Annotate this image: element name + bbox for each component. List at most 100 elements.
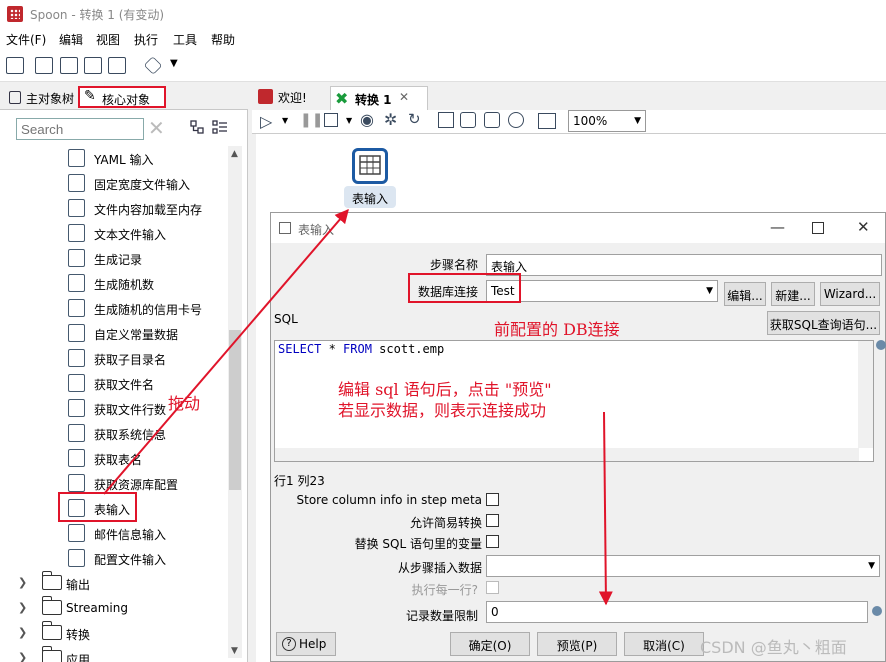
pause-icon[interactable]: ❚❚ [300,112,323,128]
folder-icon [41,571,62,590]
step-name-field[interactable]: 表输入 [486,254,882,276]
run-dropdown-icon[interactable]: ▼ [282,116,288,125]
close-dialog-icon[interactable]: ✕ [857,218,870,236]
tree-folder-output[interactable]: ❯ 输出 [6,571,206,596]
chevron-down-icon: ▼ [868,561,875,571]
verify-icon[interactable] [438,112,454,128]
tree-item-label: 生成随机数 [94,278,155,292]
insert-from-step-select[interactable]: ▼ [486,555,880,577]
table-input-step-node[interactable] [352,148,388,184]
get-sql-query-button[interactable]: 获取SQL查询语句... [767,311,880,335]
menu-run[interactable]: 执行 [134,31,158,48]
tree-folder-apply[interactable]: ❯ 应用 [6,646,206,662]
scroll-down-arrow-icon[interactable]: ▼ [231,646,238,656]
layers-dropdown-icon[interactable]: ▼ [170,58,178,69]
replay-icon[interactable]: ↻ [408,110,421,128]
stop-dropdown-icon[interactable]: ▼ [346,116,352,125]
tree-scrollbar-thumb[interactable] [229,330,241,490]
dialog-table-icon [279,222,291,234]
sql-horizontal-scrollbar[interactable] [275,448,859,461]
tree-item-label: 生成随机的信用卡号 [94,303,203,317]
transform-icon: ✖ [335,89,349,108]
menu-edit[interactable]: 编辑 [59,31,83,48]
minimize-icon[interactable]: — [770,218,785,236]
help-button[interactable]: ? Help [276,632,336,656]
show-results-icon[interactable] [538,113,556,129]
save-as-icon[interactable] [108,57,126,74]
tab-main-tree[interactable]: 主对象树 [4,87,78,109]
replace-variables-checkbox[interactable] [486,535,499,548]
tab-welcome-label: 欢迎! [278,91,307,105]
pencil-icon: ✎ [84,88,96,104]
layers-icon[interactable] [143,56,163,75]
replace-variables-label: 替换 SQL 语句里的变量 [354,537,482,551]
tree-folder-streaming[interactable]: ❯ Streaming [6,596,206,621]
sql-icon[interactable] [484,112,500,128]
ok-button[interactable]: 确定(O) [450,632,530,656]
sql-table-name: scott.emp [371,342,445,356]
preview-eye-icon[interactable]: ◉ [360,110,374,129]
impact-icon[interactable] [460,112,476,128]
spoon-tab-icon [258,89,273,104]
new-connection-button[interactable]: 新建... [771,282,815,306]
edit-connection-button[interactable]: 编辑... [724,282,766,306]
preview-button[interactable]: 预览(P) [537,632,617,656]
help-button-label: Help [299,637,327,651]
tab-welcome[interactable]: 欢迎! [254,86,328,108]
tree-item-label: 获取系统信息 [94,428,167,442]
execute-each-row-checkbox[interactable] [486,581,499,594]
lazy-conversion-checkbox[interactable] [486,514,499,527]
folder-icon [41,621,62,640]
sql-annotation-line2: 若显示数据，则表示连接成功 [338,401,547,420]
generate-rows-icon [68,249,85,267]
menu-tools[interactable]: 工具 [173,31,197,48]
file-input-icon [68,224,85,242]
scroll-up-arrow-icon[interactable]: ▲ [231,149,238,159]
table-input-icon [359,155,381,175]
clear-search-icon[interactable]: ✕ [148,116,165,140]
chevron-right-icon: ❯ [18,651,28,662]
dialog-title-bar [271,213,885,243]
search-input[interactable] [16,118,144,140]
tree-item-label: 生成记录 [94,253,143,267]
limit-size-field[interactable]: 0 [486,601,868,623]
variable-icon [876,340,886,350]
tab-core-objects[interactable]: ✎ 核心对象 [78,86,166,108]
sql-vertical-scrollbar[interactable] [858,341,873,448]
chevron-right-icon: ❯ [18,626,28,639]
tab-transform[interactable]: ✖ 转换 1 ✕ [330,86,428,110]
watermark: CSDN @鱼丸丶粗面 [700,638,847,657]
debug-icon[interactable]: ✲ [384,110,397,129]
explore-db-icon[interactable] [508,112,524,128]
file-input-icon [68,174,85,192]
repository-icon [68,474,85,492]
variable-icon [872,606,882,616]
wizard-button[interactable]: Wizard... [820,282,880,306]
cancel-button[interactable]: 取消(C) [624,632,704,656]
zoom-select[interactable]: 100% ▼ [568,110,646,132]
execute-each-row-label: 执行每一行? [411,583,478,597]
tree-item-label: 文件内容加载至内存 [94,203,203,217]
menu-help[interactable]: 帮助 [211,31,235,48]
save-icon[interactable] [84,57,102,74]
menu-file[interactable]: 文件(F) [6,31,46,48]
tab-main-tree-label: 主对象树 [26,92,75,106]
run-icon[interactable]: ▷ [260,112,272,131]
open-folder-icon[interactable] [35,57,53,74]
stop-icon[interactable] [324,113,338,127]
lazy-conversion-label: 允许简易转换 [409,516,482,530]
tree-folder-transform[interactable]: ❯ 转换 [6,621,206,646]
expand-all-icon[interactable] [212,120,228,134]
sql-label: SQL [274,312,298,326]
new-file-icon[interactable] [6,57,24,74]
store-column-info-checkbox[interactable] [486,493,499,506]
row-count-icon [68,399,85,417]
file-icon [68,374,85,392]
folder-icon [41,646,62,662]
collapse-all-icon[interactable] [190,120,204,134]
tree-item-label: 获取表名 [94,453,143,467]
menu-view[interactable]: 视图 [96,31,120,48]
close-tab-icon[interactable]: ✕ [399,90,409,104]
maximize-icon[interactable] [812,222,824,234]
explore-repo-icon[interactable] [60,57,78,74]
